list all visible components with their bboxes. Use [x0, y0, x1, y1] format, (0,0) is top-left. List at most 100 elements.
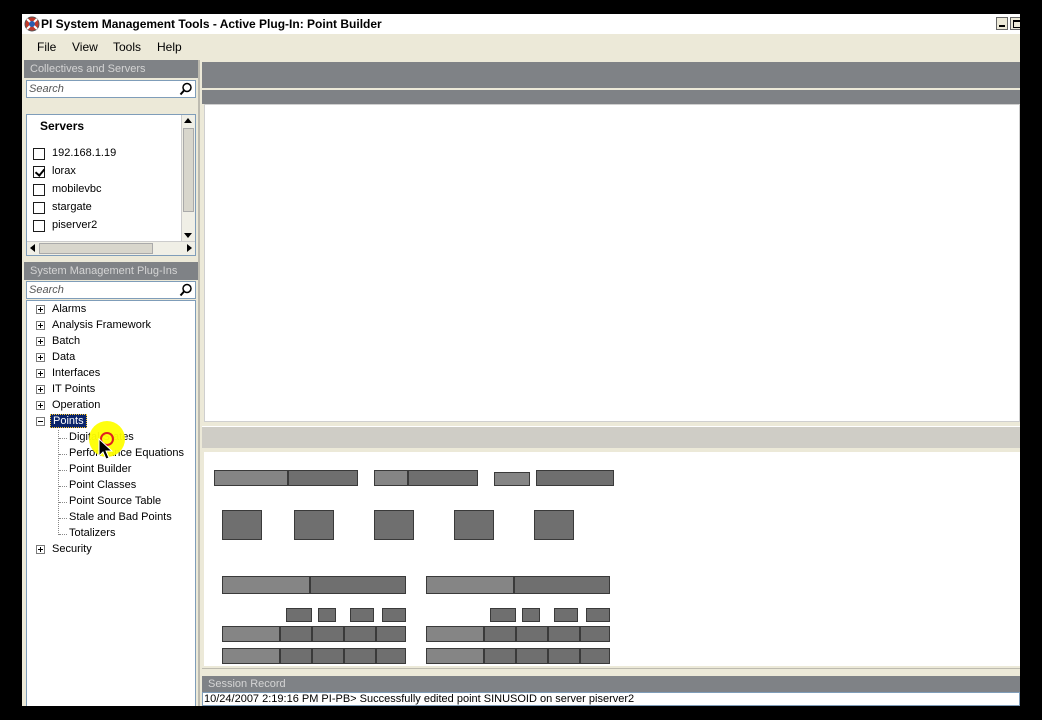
- server-checkbox[interactable]: [33, 220, 45, 232]
- form-field-placeholder[interactable]: [344, 626, 376, 642]
- form-button-placeholder[interactable]: [454, 510, 494, 540]
- form-checkbox-placeholder[interactable]: [350, 608, 374, 622]
- form-field-placeholder[interactable]: [536, 470, 614, 486]
- scroll-right-icon[interactable]: [187, 244, 192, 252]
- expand-plus-icon[interactable]: [36, 305, 45, 314]
- scroll-up-icon[interactable]: [184, 118, 192, 123]
- form-checkbox-placeholder[interactable]: [586, 608, 610, 622]
- scroll-left-icon[interactable]: [30, 244, 35, 252]
- server-checkbox[interactable]: [33, 202, 45, 214]
- tree-child-label: Point Builder: [69, 463, 132, 475]
- form-field-placeholder[interactable]: [516, 648, 548, 664]
- form-field-placeholder[interactable]: [484, 626, 516, 642]
- point-attributes-form: [204, 452, 1020, 666]
- form-field-placeholder[interactable]: [344, 648, 376, 664]
- point-list-area[interactable]: [204, 104, 1020, 422]
- form-field-placeholder[interactable]: [280, 626, 312, 642]
- server-search-box: [26, 80, 196, 98]
- form-field-placeholder[interactable]: [548, 648, 580, 664]
- collapse-minus-icon[interactable]: [36, 417, 45, 426]
- server-row[interactable]: piserver2: [33, 218, 181, 234]
- plugin-search-input[interactable]: [29, 283, 177, 297]
- form-field-placeholder[interactable]: [288, 470, 358, 486]
- plugins-header: System Management Plug-Ins: [24, 262, 198, 280]
- expand-plus-icon[interactable]: [36, 337, 45, 346]
- expand-plus-icon[interactable]: [36, 353, 45, 362]
- form-field-placeholder[interactable]: [408, 470, 478, 486]
- restore-button[interactable]: [1010, 17, 1020, 30]
- form-field-placeholder[interactable]: [312, 648, 344, 664]
- search-icon[interactable]: [179, 283, 193, 297]
- form-field-placeholder[interactable]: [484, 648, 516, 664]
- form-field-placeholder[interactable]: [580, 648, 610, 664]
- pane-splitter[interactable]: [198, 60, 200, 706]
- server-row[interactable]: mobilevbc: [33, 182, 181, 198]
- form-field-placeholder[interactable]: [376, 626, 406, 642]
- tree-child-label: Stale and Bad Points: [69, 511, 172, 523]
- form-field-placeholder[interactable]: [514, 576, 610, 594]
- server-list-horizontal-scrollbar[interactable]: [27, 241, 195, 255]
- form-button-placeholder[interactable]: [294, 510, 334, 540]
- form-checkbox-placeholder[interactable]: [522, 608, 540, 622]
- horizontal-splitter[interactable]: [202, 426, 1020, 448]
- form-field-placeholder[interactable]: [280, 648, 312, 664]
- form-label-placeholder: [426, 648, 484, 664]
- expand-plus-icon[interactable]: [36, 369, 45, 378]
- form-button-placeholder[interactable]: [374, 510, 414, 540]
- server-list: Servers 192.168.1.19 lorax mobilevbc sta…: [26, 114, 196, 256]
- session-record-header: Session Record: [202, 676, 1020, 692]
- form-field-placeholder[interactable]: [516, 626, 548, 642]
- menu-file[interactable]: File: [37, 40, 56, 54]
- form-checkbox-placeholder[interactable]: [382, 608, 406, 622]
- menu-view[interactable]: View: [72, 40, 98, 54]
- scroll-thumb[interactable]: [39, 243, 153, 254]
- minimize-button[interactable]: [996, 17, 1008, 30]
- tree-connector-line: [59, 470, 67, 471]
- tree-connector-line: [59, 534, 67, 535]
- form-field-placeholder[interactable]: [580, 626, 610, 642]
- form-label-placeholder: [214, 470, 288, 486]
- search-icon[interactable]: [179, 82, 193, 96]
- expand-plus-icon[interactable]: [36, 401, 45, 410]
- tree-connector-line: [59, 486, 67, 487]
- server-search-input[interactable]: [29, 82, 177, 96]
- form-label-placeholder: [222, 626, 280, 642]
- server-name: stargate: [52, 201, 92, 213]
- server-name: piserver2: [52, 219, 98, 231]
- scroll-down-icon[interactable]: [184, 233, 192, 238]
- form-button-placeholder[interactable]: [534, 510, 574, 540]
- server-checkbox[interactable]: [33, 184, 45, 196]
- tree-item-label: Data: [52, 351, 76, 363]
- server-row[interactable]: stargate: [33, 200, 181, 216]
- form-checkbox-placeholder[interactable]: [490, 608, 516, 622]
- plugin-tree: Alarms Analysis Framework Batch Data Int…: [26, 300, 196, 706]
- form-field-placeholder[interactable]: [310, 576, 406, 594]
- server-row[interactable]: 192.168.1.19: [33, 146, 181, 162]
- form-button-placeholder[interactable]: [222, 510, 262, 540]
- form-field-placeholder[interactable]: [312, 626, 344, 642]
- expand-plus-icon[interactable]: [36, 545, 45, 554]
- expand-plus-icon[interactable]: [36, 385, 45, 394]
- pi-app-icon: [24, 16, 40, 32]
- form-field-placeholder[interactable]: [548, 626, 580, 642]
- form-checkbox-placeholder[interactable]: [554, 608, 578, 622]
- form-label-placeholder: [222, 576, 310, 594]
- menu-help[interactable]: Help: [157, 40, 182, 54]
- tree-child-label: Totalizers: [69, 527, 116, 539]
- main-header-bar: [202, 62, 1020, 88]
- form-field-placeholder[interactable]: [376, 648, 406, 664]
- server-checkbox[interactable]: [33, 148, 45, 160]
- expand-plus-icon[interactable]: [36, 321, 45, 330]
- server-row[interactable]: lorax: [33, 164, 181, 180]
- plugin-search-box: [26, 281, 196, 299]
- server-list-vertical-scrollbar[interactable]: [181, 115, 195, 241]
- form-checkbox-placeholder[interactable]: [318, 608, 336, 622]
- session-log-entry: 10/24/2007 2:19:16 PM PI-PB> Successfull…: [202, 692, 1020, 706]
- scroll-thumb[interactable]: [183, 128, 194, 212]
- tree-item-label: Alarms: [52, 303, 87, 315]
- tree-item-label-selected: Points: [50, 414, 87, 428]
- form-checkbox-placeholder[interactable]: [286, 608, 312, 622]
- menu-tools[interactable]: Tools: [113, 40, 141, 54]
- server-checkbox-checked[interactable]: [33, 166, 45, 178]
- tree-connector-line: [59, 518, 67, 519]
